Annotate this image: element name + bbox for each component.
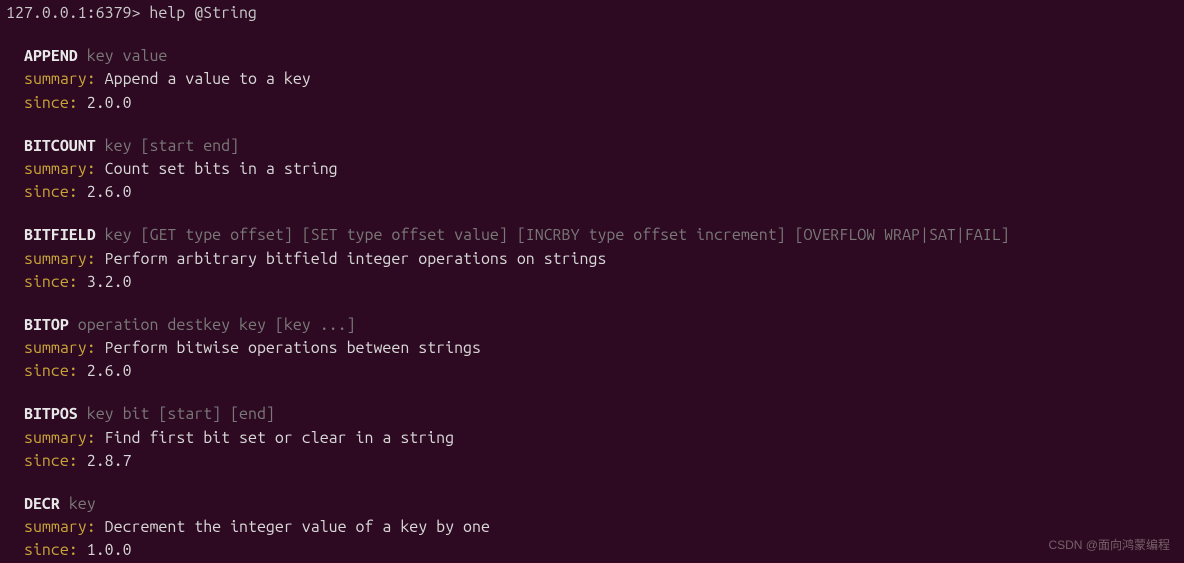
summary-text: Decrement the integer value of a key by … [105,518,490,536]
since-label: since: [24,452,78,470]
command-header: BITOP operation destkey key [key ...] [24,314,1178,337]
command-header: BITCOUNT key [start end] [24,135,1178,158]
summary-label: summary: [24,339,96,357]
command-block-append: APPEND key value summary: Append a value… [24,45,1178,115]
command-summary-line: summary: Decrement the integer value of … [24,516,1178,539]
command-since-line: since: 2.0.0 [24,92,1178,115]
summary-text: Count set bits in a string [105,160,338,178]
command-args: key [69,495,96,513]
command-since-line: since: 2.6.0 [24,181,1178,204]
summary-label: summary: [24,160,96,178]
prompt-line[interactable]: 127.0.0.1:6379> help @String [6,2,1178,25]
summary-label: summary: [24,518,96,536]
command-name: DECR [24,495,60,513]
command-block-bitop: BITOP operation destkey key [key ...] su… [24,314,1178,384]
command-since-line: since: 2.8.7 [24,450,1178,473]
since-label: since: [24,94,78,112]
since-text: 2.8.7 [87,452,132,470]
command-since-line: since: 2.6.0 [24,360,1178,383]
since-label: since: [24,541,78,559]
command-name: APPEND [24,47,78,65]
command-header: DECR key [24,493,1178,516]
prompt-command: help @String [149,4,257,22]
command-summary-line: summary: Perform bitwise operations betw… [24,337,1178,360]
summary-label: summary: [24,70,96,88]
since-text: 3.2.0 [87,273,132,291]
command-args: key bit [start] [end] [87,405,275,423]
since-label: since: [24,362,78,380]
command-block-decr: DECR key summary: Decrement the integer … [24,493,1178,563]
command-header: BITPOS key bit [start] [end] [24,403,1178,426]
summary-text: Append a value to a key [105,70,311,88]
watermark: CSDN @面向鸿蒙编程 [1048,537,1170,554]
command-name: BITFIELD [24,226,96,244]
summary-label: summary: [24,429,96,447]
command-header: BITFIELD key [GET type offset] [SET type… [24,224,1178,247]
command-args: operation destkey key [key ...] [78,316,356,334]
command-block-bitpos: BITPOS key bit [start] [end] summary: Fi… [24,403,1178,473]
since-text: 2.6.0 [87,362,132,380]
command-summary-line: summary: Perform arbitrary bitfield inte… [24,248,1178,271]
since-text: 1.0.0 [87,541,132,559]
command-summary-line: summary: Append a value to a key [24,68,1178,91]
summary-text: Perform arbitrary bitfield integer opera… [105,250,607,268]
command-args: key [start end] [105,137,239,155]
command-args: key value [87,47,168,65]
summary-text: Perform bitwise operations between strin… [105,339,481,357]
command-name: BITPOS [24,405,78,423]
command-name: BITCOUNT [24,137,96,155]
prompt-host: 127.0.0.1:6379> [6,4,140,22]
command-since-line: since: 3.2.0 [24,271,1178,294]
command-summary-line: summary: Find first bit set or clear in … [24,427,1178,450]
summary-label: summary: [24,250,96,268]
command-header: APPEND key value [24,45,1178,68]
command-block-bitfield: BITFIELD key [GET type offset] [SET type… [24,224,1178,294]
summary-text: Find first bit set or clear in a string [105,429,454,447]
command-name: BITOP [24,316,69,334]
since-text: 2.6.0 [87,183,132,201]
command-block-bitcount: BITCOUNT key [start end] summary: Count … [24,135,1178,205]
command-since-line: since: 1.0.0 [24,539,1178,562]
since-label: since: [24,183,78,201]
since-label: since: [24,273,78,291]
since-text: 2.0.0 [87,94,132,112]
command-args: key [GET type offset] [SET type offset v… [105,226,1010,244]
command-summary-line: summary: Count set bits in a string [24,158,1178,181]
